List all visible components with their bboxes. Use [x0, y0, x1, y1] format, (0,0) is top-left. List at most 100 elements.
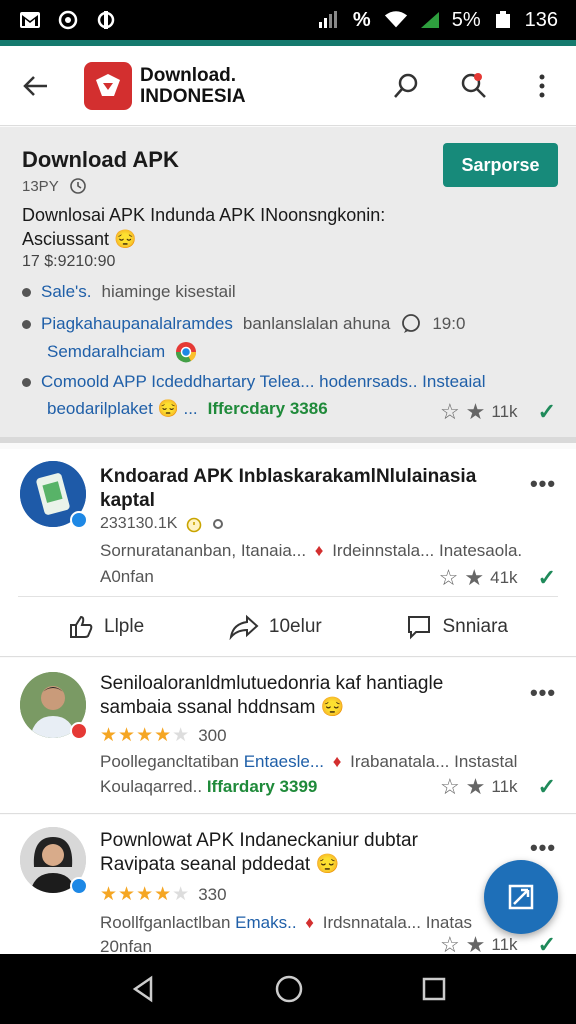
arrow-left-icon [23, 75, 47, 96]
search-icon [394, 73, 418, 98]
status-bar: % 5% 136 [0, 0, 576, 40]
bullet-2-time: 19:0 [432, 314, 466, 333]
review-count: 330 [198, 884, 227, 904]
chrome-icon [176, 342, 197, 363]
post-rating: ☆ ★ 11k ✓ [440, 935, 556, 954]
post-rating: ☆ ★ 41k ✓ [439, 565, 556, 591]
star-rating-icon: ★★★★★ [100, 725, 191, 746]
cell-signal-icon [418, 8, 442, 32]
featured-sub-text: 13PY [22, 177, 59, 195]
featured-action-button[interactable]: Sarporse [443, 143, 558, 187]
post-line-1-link[interactable]: Entaesle... [244, 752, 324, 771]
post-line-1-c: Irdsnnatala... Inatas [322, 913, 473, 932]
thumbs-up-icon [70, 615, 93, 638]
avatar[interactable] [20, 672, 88, 740]
bullet-3: Comoold APP Icdeddhartary Telea... hoden… [22, 372, 485, 392]
post-line-2: A0nfan [100, 567, 154, 586]
post-line-1-a: Poollegancltatiban [100, 752, 239, 771]
star-filled-icon: ★ [465, 935, 486, 954]
bullet-3-line-2: beodarilplaket 😔 ... Iffercdary 3386 [47, 399, 328, 419]
notifications-button[interactable] [440, 46, 508, 126]
nav-home-icon[interactable] [274, 974, 304, 1004]
comment-button[interactable]: Snniara [406, 614, 508, 640]
post-meta-text: 233130.1K [100, 515, 178, 532]
star-outline-icon[interactable]: ☆ [440, 399, 460, 425]
post-title[interactable]: Kndoarad APK Inblaskarakaml​Nlulainasia … [100, 465, 500, 513]
bullet-1: Sale's. hiaminge kisestail [22, 282, 236, 302]
post-rating-count: 41k [490, 568, 518, 587]
share-button[interactable]: 10elur [229, 614, 322, 640]
more-options-button[interactable]: ••• [528, 678, 558, 708]
like-button[interactable]: Llple [68, 614, 144, 640]
star-outline-icon[interactable]: ☆ [439, 565, 459, 591]
share-label: 10elur [268, 615, 322, 637]
bullet-1-link[interactable]: Sale's. [41, 282, 92, 302]
nav-recents-icon[interactable] [421, 976, 447, 1002]
post-title[interactable]: Pownlowat APK Indaneckaniur dubtar Ravip… [100, 829, 480, 877]
comment-label: Snniara [442, 615, 508, 637]
brand-logo [84, 61, 132, 110]
post-stars: ★★★★★ 330 [100, 883, 227, 906]
post-line-2-highlight: Iffardary 3399 [206, 777, 318, 796]
app-bar: Download. INDONESIA [0, 46, 576, 126]
star-outline-icon[interactable]: ☆ [440, 774, 460, 800]
post-line-1: Roollfganlactlban Emaks.. ♦ Irdsnnatala.… [100, 913, 472, 933]
post-card-1: Kndoarad APK Inblaskarakaml​Nlulainasia … [0, 449, 576, 657]
bullet-2-link-2[interactable]: Semdaralhciam [47, 342, 165, 362]
location-icon [213, 519, 224, 529]
post-line-2: Koulaqarred.. Iffardary 3399 [100, 777, 317, 797]
verified-badge-icon [70, 877, 88, 895]
post-line-1-c: Irabanatala... Instastal [350, 752, 518, 771]
avatar[interactable] [20, 461, 88, 529]
search-alert-icon [461, 72, 486, 98]
post-line-1-b: Irdeinnstala... Inatesaola. [332, 541, 523, 560]
post-title[interactable]: Seniloaloranldmlutuedonria kaf hantiagle… [100, 672, 520, 720]
clock-icon [69, 178, 86, 194]
star-filled-icon: ★ [464, 565, 485, 590]
verified-badge-icon [70, 511, 88, 529]
back-button[interactable] [0, 46, 70, 126]
bullet-3-text: beodarilplaket 😔 ... [47, 399, 198, 418]
app-logo-small-icon: ♦ [305, 913, 314, 932]
post-card-2: Seniloaloranldmlutuedonria kaf hantiagle… [0, 658, 576, 814]
check-icon: ✓ [537, 774, 556, 799]
gmail-icon [18, 8, 42, 32]
data-icon: % [352, 8, 371, 31]
app-logo-small-icon: ♦ [332, 752, 342, 771]
post-rating-count: 11k [491, 935, 518, 954]
more-options-button[interactable]: ••• [528, 833, 558, 863]
star-rating-icon: ★★★★★ [100, 884, 191, 905]
compose-fab[interactable] [484, 860, 558, 934]
featured-rating-count: 11k [491, 402, 518, 421]
nav-back-icon[interactable] [129, 975, 157, 1003]
bullet-3-highlight: Iffercdary 3386 [207, 399, 328, 418]
search-button[interactable] [372, 46, 440, 126]
edit-icon [508, 884, 534, 910]
bullet-2-text: banlanslalan ahuna [242, 314, 391, 333]
featured-card: Download APK Sarporse 13PY Downlosai APK… [0, 127, 576, 443]
featured-title: Download APK [22, 147, 179, 172]
more-options-button[interactable]: ••• [528, 469, 558, 499]
battery-percent: 5% [451, 8, 481, 31]
like-label: Llple [104, 615, 145, 637]
post-line-1-link[interactable]: Emaks.. [235, 913, 296, 932]
sync-icon [56, 8, 80, 32]
star-filled-icon: ★ [465, 399, 486, 424]
featured-description: Downlosai APK Indunda APK INoonsngkonin:… [22, 205, 386, 249]
overflow-menu-button[interactable] [508, 46, 576, 126]
wifi-icon [384, 8, 408, 32]
chat-bubble-icon [402, 314, 421, 333]
battery-icon [491, 8, 515, 32]
post-meta: 233130.1K [100, 515, 225, 533]
post-line-1: Sornuratananban, Itanaia... ♦ Irdeinnsta… [100, 541, 522, 561]
avatar[interactable] [20, 827, 88, 895]
bullet-2-link[interactable]: Piagkahaupanalalramdes [41, 314, 233, 334]
check-icon: ✓ [537, 399, 556, 424]
bullet-3-link[interactable]: Comoold APP Icdeddhartary Telea... hoden… [41, 372, 485, 392]
star-outline-icon[interactable]: ☆ [440, 935, 460, 954]
app-logo-small-icon: ♦ [314, 541, 324, 560]
star-filled-icon: ★ [465, 774, 486, 799]
bullet-dot [22, 287, 31, 297]
featured-price: 17 $:9210:90 [22, 253, 116, 270]
post-line-1: Poollegancltatiban Entaesle... ♦ Irabana… [100, 752, 517, 772]
